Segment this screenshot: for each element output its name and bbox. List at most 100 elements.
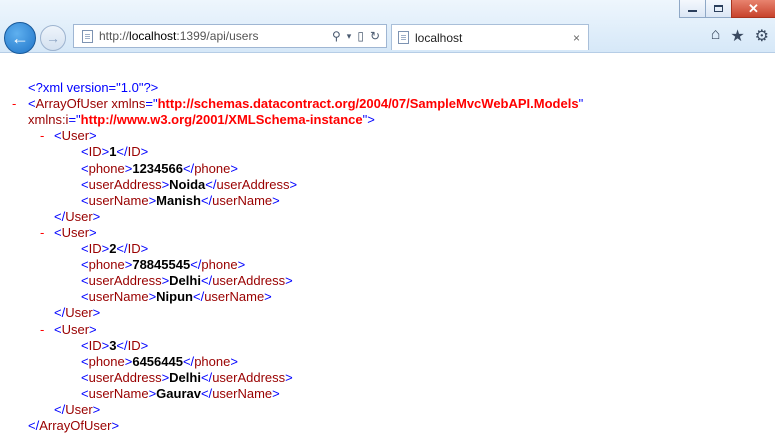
xml-value: Noida: [169, 176, 206, 192]
maximize-button[interactable]: [705, 0, 731, 18]
xml-user-tag: User: [61, 321, 90, 337]
xml-line: <ArrayOfUser xmlns="http://schemas.datac…: [28, 96, 583, 112]
close-icon: ✕: [748, 1, 759, 16]
xml-bracket: >: [140, 144, 149, 160]
xml-tag-name: userAddress: [212, 369, 286, 385]
xml-bracket: <: [81, 369, 89, 385]
xml-bracket: <: [81, 192, 89, 208]
xml-line: </User>: [54, 209, 100, 225]
page-icon: [82, 29, 93, 43]
refresh-icon[interactable]: ↻: [370, 29, 380, 43]
xml-punct: ": [578, 96, 584, 112]
xml-bracket: <: [81, 144, 89, 160]
xml-line: <userAddress>Delhi</userAddress>: [81, 370, 293, 386]
xml-bracket: <: [81, 337, 89, 353]
favorites-icon[interactable]: ★: [730, 26, 744, 46]
xml-bracket: >: [92, 305, 101, 321]
xml-line: <phone>6456445</phone>: [81, 354, 238, 370]
xml-bracket: >: [285, 273, 293, 289]
xml-line: <userName>Manish</userName>: [81, 193, 280, 209]
xml-value: Delhi: [169, 369, 201, 385]
address-url[interactable]: http://localhost:1399/api/users: [99, 29, 258, 43]
xml-bracket: >: [289, 176, 298, 192]
xml-tag-name: ID: [127, 337, 141, 353]
xml-user-tag: User: [65, 305, 93, 321]
tab-title: localhost: [415, 30, 463, 45]
xml-bracket: >: [89, 321, 97, 337]
xml-bracket: </: [28, 418, 40, 434]
xml-tag-name: userName: [212, 192, 273, 208]
xml-bracket: </: [190, 257, 202, 273]
xml-bracket: </: [54, 208, 66, 224]
xml-bracket: >: [285, 369, 293, 385]
address-bar[interactable]: http://localhost:1399/api/users ⚲ ▾ ▯ ↻: [73, 24, 387, 48]
xml-value: 78845545: [132, 257, 191, 273]
xml-bracket: <: [81, 176, 89, 192]
xml-bracket: >: [230, 353, 238, 369]
xml-tag-name: userName: [88, 192, 149, 208]
xml-bracket: >: [272, 385, 280, 401]
tab-localhost[interactable]: localhost ×: [391, 24, 589, 50]
xml-bracket: >: [92, 402, 101, 417]
xml-tag-name: userAddress: [88, 273, 162, 289]
xml-line: <userAddress>Delhi</userAddress>: [81, 273, 293, 289]
xml-user-tag: User: [61, 224, 90, 240]
close-window-button[interactable]: ✕: [731, 0, 775, 18]
compat-icon[interactable]: ▯: [357, 29, 364, 43]
xml-line: <ID>3</ID>: [81, 338, 148, 354]
xml-bracket: <: [54, 321, 62, 337]
xml-tag-name: userName: [204, 289, 265, 305]
minimize-button[interactable]: [679, 0, 705, 18]
collapse-toggle[interactable]: -: [40, 128, 44, 143]
xml-bracket: </: [116, 241, 128, 256]
xml-punct: =": [145, 96, 158, 112]
xml-tag-name: ID: [88, 337, 102, 353]
xml-line: <User>: [54, 128, 97, 144]
xml-value: Delhi: [169, 273, 201, 289]
xml-line: xmlns:i="http://www.w3.org/2001/XMLSchem…: [28, 112, 375, 128]
xml-bracket: </: [54, 402, 66, 417]
xml-bracket: >: [111, 418, 120, 434]
xml-line: <userAddress>Noida</userAddress>: [81, 177, 297, 193]
xml-bracket: <: [54, 224, 62, 240]
xml-user-tag: User: [65, 402, 93, 417]
xml-bracket: <: [81, 353, 89, 369]
xml-line: <User>: [54, 322, 97, 338]
xml-root-tag: ArrayOfUser: [39, 418, 112, 434]
collapse-toggle[interactable]: -: [12, 96, 16, 111]
xml-tag-name: phone: [194, 160, 231, 176]
tab-close-icon[interactable]: ×: [573, 31, 580, 45]
collapse-toggle[interactable]: -: [40, 322, 44, 337]
xml-tag-name: userAddress: [216, 176, 290, 192]
xml-bracket: </: [116, 337, 128, 353]
home-icon[interactable]: ⌂: [711, 26, 721, 46]
xml-tag-name: userAddress: [88, 369, 162, 385]
xml-bracket: >: [140, 241, 149, 256]
xml-bracket: <: [28, 96, 36, 112]
xml-tag-name: userAddress: [88, 176, 162, 192]
xml-punct: =": [68, 112, 81, 128]
xml-bracket: >: [264, 289, 272, 305]
search-icon[interactable]: ⚲: [332, 29, 341, 43]
back-button[interactable]: ←: [4, 22, 36, 54]
xml-tag-name: userAddress: [212, 273, 286, 289]
url-path: :1399/api/users: [176, 29, 259, 43]
xml-line: <ID>2</ID>: [81, 241, 148, 257]
browser-chrome: ✕ ← → http://localhost:1399/api/users ⚲ …: [0, 0, 775, 54]
xml-punct: ">: [362, 112, 375, 128]
xml-tag-name: phone: [88, 257, 125, 273]
xml-bracket: >: [89, 224, 97, 240]
tools-icon[interactable]: ⚙: [755, 26, 769, 46]
xml-tag-name: ID: [127, 144, 141, 160]
dropdown-icon[interactable]: ▾: [347, 31, 352, 42]
xml-bracket: <: [54, 128, 62, 144]
xml-bracket: </: [54, 305, 66, 321]
xml-bracket: <: [81, 289, 89, 305]
xml-declaration: <?xml version="1.0"?>: [28, 80, 159, 95]
collapse-toggle[interactable]: -: [40, 225, 44, 240]
url-host: localhost: [129, 29, 177, 43]
xml-bracket: <: [81, 273, 89, 289]
xml-line: <phone>78845545</phone>: [81, 257, 245, 273]
xml-bracket: >: [237, 257, 246, 273]
forward-button[interactable]: →: [40, 25, 66, 51]
